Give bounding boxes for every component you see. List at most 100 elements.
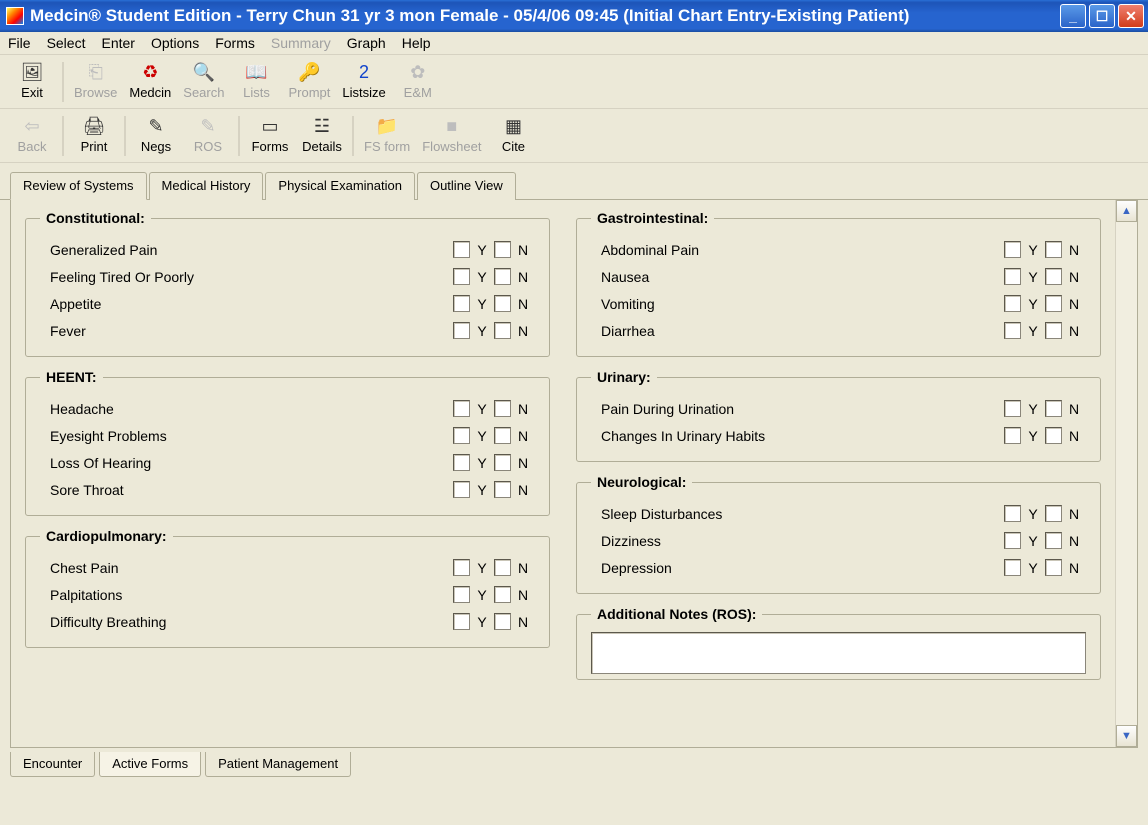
menu-summary[interactable]: Summary	[271, 35, 331, 51]
yn-label-y: Y	[474, 560, 490, 576]
menu-graph[interactable]: Graph	[347, 35, 386, 51]
tab-medical-history[interactable]: Medical History	[149, 172, 264, 200]
menu-file[interactable]: File	[8, 35, 31, 51]
checkbox-n[interactable]	[1045, 241, 1062, 258]
yn-label-n: N	[515, 401, 531, 417]
checkbox-n[interactable]	[494, 427, 511, 444]
yn-label-y: Y	[474, 482, 490, 498]
checkbox-n[interactable]	[494, 268, 511, 285]
checkbox-n[interactable]	[494, 454, 511, 471]
cite-button[interactable]: ▦Cite	[487, 113, 539, 156]
menu-help[interactable]: Help	[402, 35, 431, 51]
close-button[interactable]: ✕	[1118, 4, 1144, 28]
symptom-label: Pain During Urination	[591, 401, 1004, 417]
section-constitutional-: Constitutional:Generalized PainYNFeeling…	[25, 210, 550, 357]
menu-enter[interactable]: Enter	[101, 35, 134, 51]
checkbox-y[interactable]	[1004, 532, 1021, 549]
menu-select[interactable]: Select	[47, 35, 86, 51]
checkbox-y[interactable]	[1004, 559, 1021, 576]
menu-forms[interactable]: Forms	[215, 35, 255, 51]
checkbox-n[interactable]	[1045, 427, 1062, 444]
section-title: Urinary:	[591, 369, 657, 385]
print-button[interactable]: 🖨Print	[68, 113, 120, 156]
checkbox-y[interactable]	[453, 268, 470, 285]
menu-options[interactable]: Options	[151, 35, 199, 51]
yn-label-n: N	[515, 560, 531, 576]
checkbox-n[interactable]	[1045, 505, 1062, 522]
scroll-up-icon[interactable]: ▲	[1116, 200, 1137, 222]
checkbox-n[interactable]	[494, 322, 511, 339]
checkbox-y[interactable]	[453, 481, 470, 498]
checkbox-n[interactable]	[1045, 268, 1062, 285]
section-title: Cardiopulmonary:	[40, 528, 173, 544]
bottom-tab-encounter[interactable]: Encounter	[10, 752, 95, 777]
forms-button[interactable]: ▭Forms	[244, 113, 296, 156]
symptom-row: Eyesight ProblemsYN	[40, 422, 535, 449]
scroll-track[interactable]	[1116, 222, 1137, 725]
toolbar-separator	[352, 116, 354, 156]
section-urinary-: Urinary:Pain During UrinationYNChanges I…	[576, 369, 1101, 462]
checkbox-y[interactable]	[1004, 295, 1021, 312]
checkbox-y[interactable]	[1004, 400, 1021, 417]
checkbox-y[interactable]	[453, 400, 470, 417]
symptom-label: Dizziness	[591, 533, 1004, 549]
checkbox-y[interactable]	[1004, 322, 1021, 339]
symptom-label: Sleep Disturbances	[591, 506, 1004, 522]
menu-bar: File Select Enter Options Forms Summary Graph H…	[0, 32, 1148, 55]
tab-physical-examination[interactable]: Physical Examination	[265, 172, 415, 200]
listsize-button[interactable]: 2Listsize	[336, 59, 391, 102]
checkbox-y[interactable]	[453, 613, 470, 630]
checkbox-y[interactable]	[453, 586, 470, 603]
tab-review-of-systems[interactable]: Review of Systems	[10, 172, 147, 200]
bottom-tab-active-forms[interactable]: Active Forms	[99, 752, 201, 777]
symptom-row: FeverYN	[40, 317, 535, 344]
yn-label-n: N	[1066, 560, 1082, 576]
bottom-tab-patient-management[interactable]: Patient Management	[205, 752, 351, 777]
checkbox-y[interactable]	[1004, 268, 1021, 285]
checkbox-y[interactable]	[453, 241, 470, 258]
minimize-button[interactable]: _	[1060, 4, 1086, 28]
toolbar-label: Lists	[243, 85, 270, 100]
lists-button: 📖Lists	[230, 59, 282, 102]
symptom-label: Vomiting	[591, 296, 1004, 312]
checkbox-y[interactable]	[453, 559, 470, 576]
checkbox-n[interactable]	[1045, 559, 1062, 576]
checkbox-y[interactable]	[453, 427, 470, 444]
checkbox-y[interactable]	[1004, 505, 1021, 522]
checkbox-y[interactable]	[453, 295, 470, 312]
checkbox-n[interactable]	[494, 400, 511, 417]
checkbox-y[interactable]	[453, 454, 470, 471]
symptom-label: Nausea	[591, 269, 1004, 285]
scroll-down-icon[interactable]: ▼	[1116, 725, 1137, 747]
checkbox-y[interactable]	[1004, 427, 1021, 444]
checkbox-n[interactable]	[494, 481, 511, 498]
checkbox-y[interactable]	[1004, 241, 1021, 258]
negs-button[interactable]: ✎Negs	[130, 113, 182, 156]
checkbox-n[interactable]	[1045, 532, 1062, 549]
yn-label-y: Y	[1025, 533, 1041, 549]
checkbox-n[interactable]	[494, 613, 511, 630]
exit-button[interactable]: 🖼Exit	[6, 59, 58, 102]
search-icon: 🔍	[193, 61, 215, 83]
checkbox-n[interactable]	[494, 586, 511, 603]
bottom-tabs: EncounterActive FormsPatient Management	[0, 748, 1148, 783]
notes-textarea[interactable]	[591, 632, 1086, 674]
checkbox-n[interactable]	[1045, 295, 1062, 312]
checkbox-n[interactable]	[494, 241, 511, 258]
medcin-button[interactable]: ♻Medcin	[123, 59, 177, 102]
checkbox-n[interactable]	[1045, 322, 1062, 339]
browse-icon: ⎗	[85, 61, 107, 83]
e-m-button: ✿E&M	[392, 59, 444, 102]
symptom-row: Abdominal PainYN	[591, 236, 1086, 263]
symptom-row: DepressionYN	[591, 554, 1086, 581]
checkbox-n[interactable]	[494, 295, 511, 312]
tab-outline-view[interactable]: Outline View	[417, 172, 516, 200]
maximize-button[interactable]: ☐	[1089, 4, 1115, 28]
toolbar-primary: 🖼Exit⎗Browse♻Medcin🔍Search📖Lists🔑Prompt2…	[0, 55, 1148, 109]
details-button[interactable]: ☳Details	[296, 113, 348, 156]
checkbox-n[interactable]	[494, 559, 511, 576]
vertical-scrollbar[interactable]: ▲ ▼	[1115, 200, 1137, 747]
symptom-row: Difficulty BreathingYN	[40, 608, 535, 635]
checkbox-y[interactable]	[453, 322, 470, 339]
checkbox-n[interactable]	[1045, 400, 1062, 417]
